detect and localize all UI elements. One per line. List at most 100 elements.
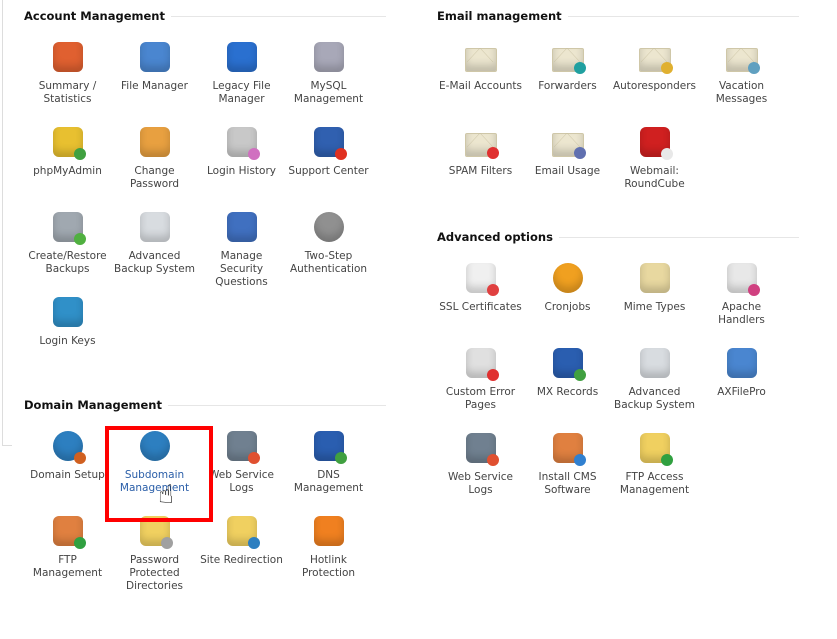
tile-apache-handlers[interactable]: Apache Handlers bbox=[698, 263, 785, 348]
phpmyadmin-database-icon bbox=[52, 127, 86, 160]
tile-label: Autoresponders bbox=[612, 80, 697, 92]
tile-ftp-access-management[interactable]: FTP Access Management bbox=[611, 433, 698, 518]
login-key-icon bbox=[52, 297, 83, 327]
tile-label: Web Service Logs bbox=[447, 471, 514, 496]
badge-icon bbox=[573, 147, 586, 159]
badge-icon bbox=[73, 233, 86, 245]
tile-mx-records[interactable]: MX Records bbox=[524, 348, 611, 433]
section-header: Account Management bbox=[24, 8, 386, 24]
section-title: Account Management bbox=[24, 9, 165, 23]
section-advanced-options: Advanced options SSL Certificates Cronjobs… bbox=[437, 229, 799, 518]
badge-icon bbox=[747, 284, 760, 296]
tile-label: Cronjobs bbox=[544, 301, 591, 313]
badge-icon bbox=[73, 537, 86, 549]
badge-icon bbox=[334, 148, 347, 160]
divider bbox=[170, 15, 386, 17]
tile-summary-statistics[interactable]: Summary / Statistics bbox=[24, 42, 111, 127]
tile-vacation-messages[interactable]: Vacation Messages bbox=[698, 42, 785, 127]
log-file-icon bbox=[226, 431, 260, 464]
backup-database-icon bbox=[52, 212, 86, 245]
tile-autoresponders[interactable]: Autoresponders bbox=[611, 42, 698, 127]
tile-label: Login Keys bbox=[39, 335, 96, 347]
clock-icon bbox=[552, 263, 583, 293]
tile-mysql-management[interactable]: MySQL Management bbox=[285, 42, 372, 127]
statistics-chart-icon bbox=[52, 42, 83, 72]
hand-cursor-icon: ☝ bbox=[158, 480, 174, 510]
tile-label: Create/Restore Backups bbox=[28, 250, 107, 275]
tile-label: MX Records bbox=[536, 386, 599, 398]
support-book-icon bbox=[313, 127, 347, 160]
error-page-icon bbox=[465, 348, 499, 381]
badge-icon bbox=[573, 454, 586, 466]
tile-manage-security-questions[interactable]: Manage Security Questions bbox=[198, 212, 285, 297]
tile-label: Summary / Statistics bbox=[38, 80, 97, 105]
file-cabinet-icon bbox=[139, 42, 170, 72]
tile-label: Support Center bbox=[288, 165, 369, 177]
login-history-icon bbox=[226, 127, 260, 160]
panel-border bbox=[2, 445, 12, 446]
badge-icon bbox=[660, 454, 673, 466]
tile-cronjobs[interactable]: Cronjobs bbox=[524, 263, 611, 348]
legacy-file-box-icon bbox=[226, 42, 257, 72]
forward-envelope-icon bbox=[551, 48, 586, 74]
tile-advanced-backup-system[interactable]: Advanced Backup System bbox=[111, 212, 198, 297]
badge-icon bbox=[334, 452, 347, 464]
tile-phpmyadmin[interactable]: phpMyAdmin bbox=[24, 127, 111, 212]
tile-e-mail-accounts[interactable]: E-Mail Accounts bbox=[437, 42, 524, 127]
tile-support-center[interactable]: Support Center bbox=[285, 127, 372, 212]
backup-drive-icon bbox=[139, 212, 170, 242]
hotlink-lock-icon bbox=[313, 516, 344, 546]
apache-handlers-icon bbox=[726, 263, 760, 296]
badge-icon bbox=[660, 148, 673, 160]
tile-label: Change Password bbox=[129, 165, 180, 190]
badge-icon bbox=[486, 284, 499, 296]
vacation-envelope-icon bbox=[725, 48, 760, 74]
tile-email-usage[interactable]: Email Usage bbox=[524, 127, 611, 212]
tile-mime-types[interactable]: Mime Types bbox=[611, 263, 698, 348]
tile-label: Webmail: RoundCube bbox=[624, 165, 685, 190]
tile-file-manager[interactable]: File Manager bbox=[111, 42, 198, 127]
tile-forwarders[interactable]: Forwarders bbox=[524, 42, 611, 127]
tile-ssl-certificates[interactable]: SSL Certificates bbox=[437, 263, 524, 348]
tile-webmail-roundcube[interactable]: Webmail: RoundCube bbox=[611, 127, 698, 212]
tile-label: FTP Access Management bbox=[619, 471, 690, 496]
tile-legacy-file-manager[interactable]: Legacy File Manager bbox=[198, 42, 285, 127]
dns-network-icon bbox=[313, 431, 347, 464]
tile-label: Install CMS Software bbox=[538, 471, 597, 496]
tile-ftp-management[interactable]: FTP Management bbox=[24, 516, 111, 601]
tile-dns-management[interactable]: DNS Management bbox=[285, 431, 372, 516]
mx-records-icon bbox=[552, 348, 586, 381]
tile-password-protected-directories[interactable]: Password Protected Directories bbox=[111, 516, 198, 601]
tile-domain-setup[interactable]: Domain Setup bbox=[24, 431, 111, 516]
tile-advanced-backup-system[interactable]: Advanced Backup System bbox=[611, 348, 698, 433]
badge-icon bbox=[247, 148, 260, 160]
section-title: Domain Management bbox=[24, 398, 162, 412]
tile-label: Login History bbox=[206, 165, 277, 177]
tile-axfilepro[interactable]: AXFilePro bbox=[698, 348, 785, 433]
tile-two-step-authentication[interactable]: Two-Step Authentication bbox=[285, 212, 372, 297]
tile-login-history[interactable]: Login History bbox=[198, 127, 285, 212]
badge-icon bbox=[573, 62, 586, 74]
badge-icon bbox=[73, 452, 86, 464]
tile-change-password[interactable]: Change Password bbox=[111, 127, 198, 212]
security-shield-icon bbox=[226, 212, 257, 242]
tile-label: Vacation Messages bbox=[715, 80, 768, 105]
tile-install-cms-software[interactable]: Install CMS Software bbox=[524, 433, 611, 518]
tile-label: File Manager bbox=[121, 80, 188, 92]
badge-icon bbox=[247, 537, 260, 549]
tile-web-service-logs[interactable]: Web Service Logs bbox=[437, 433, 524, 518]
tile-site-redirection[interactable]: Site Redirection bbox=[198, 516, 285, 601]
tile-spam-filters[interactable]: SPAM Filters bbox=[437, 127, 524, 212]
badge-icon bbox=[486, 369, 499, 381]
section-header: Domain Management bbox=[24, 397, 386, 413]
tile-label: FTP Management bbox=[32, 554, 103, 579]
badge-icon bbox=[486, 454, 499, 466]
tile-label: Manage Security Questions bbox=[215, 250, 268, 288]
divider bbox=[567, 15, 799, 17]
badge-icon bbox=[73, 148, 86, 160]
tile-custom-error-pages[interactable]: Custom Error Pages bbox=[437, 348, 524, 433]
tile-create-restore-backups[interactable]: Create/Restore Backups bbox=[24, 212, 111, 297]
tile-label: Hotlink Protection bbox=[301, 554, 356, 579]
tile-login-keys[interactable]: Login Keys bbox=[24, 297, 111, 382]
tile-hotlink-protection[interactable]: Hotlink Protection bbox=[285, 516, 372, 601]
